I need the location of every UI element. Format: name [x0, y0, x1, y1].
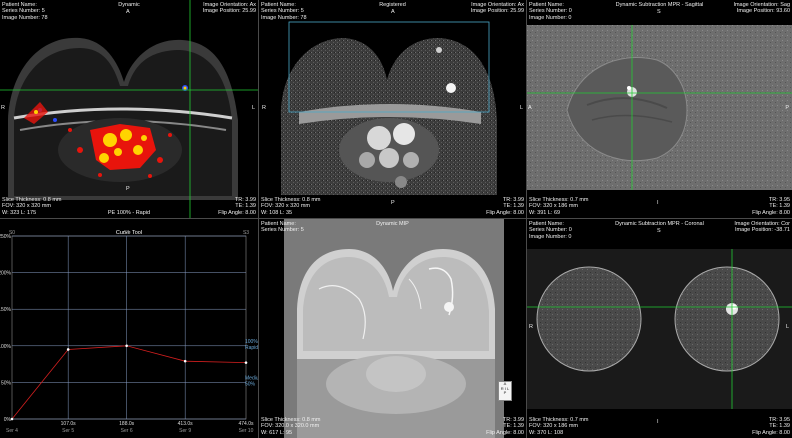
- viewport-registered[interactable]: Registered Patient Name: Series Number: …: [259, 0, 526, 218]
- viewport-divider[interactable]: [526, 0, 527, 438]
- x-tick-series: Ser 6: [121, 428, 133, 434]
- curve-point: [66, 348, 70, 351]
- viewport-dynamic[interactable]: Dynamic Patient Name: Series Number: 5 I…: [0, 0, 258, 218]
- top-right-info: Image Orientation: Sag Image Position: 9…: [733, 2, 790, 15]
- viewport-dynamic-mip[interactable]: Dynamic MIP Patient Name: Series Number:…: [259, 219, 526, 438]
- viewer-grid: Dynamic Patient Name: Series Number: 5 I…: [0, 0, 792, 438]
- viewport-curve-tool[interactable]: Curve Tool 100%RapidMedium50% 250%200%15…: [0, 219, 258, 438]
- top-left-info: Patient Name: Series Number: 5 Image Num…: [261, 2, 307, 21]
- guide-label: 50%: [245, 381, 256, 387]
- x-tick-time: 474.0s: [238, 421, 254, 427]
- bottom-right-info: TR: 3.95 TE: 1.39 Flip Angle: 8.00: [752, 417, 790, 436]
- y-tick-label: 200%: [0, 271, 12, 277]
- x-tick-time: 413.0s: [178, 421, 194, 427]
- y-tick-label: 100%: [0, 344, 12, 350]
- curve-point: [183, 359, 187, 363]
- top-left-info: Patient Name: Series Number: 5: [261, 221, 304, 234]
- orientation-left: R: [529, 324, 533, 330]
- viewport-sagittal[interactable]: Dynamic Subtraction MPR - Sagittal Patie…: [527, 0, 792, 218]
- orientation-top: S: [657, 228, 661, 234]
- orientation-bottom: P: [126, 186, 130, 192]
- guide-label: Rapid: [245, 345, 258, 351]
- bottom-left-info: Slice Thickness: 0.8 mm FOV: 320 x 320 m…: [261, 197, 321, 216]
- bottom-right-info: TR: 3.95 TE: 1.39 Flip Angle: 8.00: [752, 197, 790, 216]
- orientation-bottom: I: [657, 200, 659, 206]
- orientation-top: A: [126, 9, 130, 15]
- top-left-info: Patient Name: Series Number: 5 Image Num…: [2, 2, 48, 21]
- orientation-top: S: [657, 9, 661, 15]
- x-tick-series: Ser 4: [6, 428, 18, 434]
- enhancement-curve-chart[interactable]: 100%RapidMedium50% 250%200%150%100%50%0%…: [0, 219, 258, 438]
- x-tick-series: Ser 9: [179, 428, 191, 434]
- bottom-left-info: Slice Thickness: 0.8 mm FOV: 320.0 x 320…: [261, 417, 321, 436]
- top-right-info: Image Orientation: Ax Image Position: 25…: [202, 2, 256, 15]
- curve-point: [125, 344, 128, 348]
- orientation-top: A: [391, 9, 395, 15]
- bottom-left-info: Slice Thickness: 0.7 mm FOV: 320 x 186 m…: [529, 197, 589, 216]
- sagittal-mpr-image[interactable]: [527, 0, 792, 218]
- bottom-right-info: TR: 3.99 TE: 1.39 Flip Angle: 8.00: [486, 197, 524, 216]
- y-tick-label: 150%: [0, 307, 12, 313]
- orientation-right: L: [785, 324, 789, 330]
- viewport-divider[interactable]: [0, 218, 792, 219]
- x-tick-series: Ser 5: [62, 428, 74, 434]
- y-tick-label: 50%: [1, 380, 12, 386]
- top-series-label: S3: [243, 230, 249, 236]
- orientation-left: A: [528, 105, 532, 111]
- top-series-label: S0: [9, 230, 15, 236]
- top-right-info: Image Orientation: Cor Image Position: -…: [734, 221, 790, 234]
- registered-axial-image[interactable]: [259, 0, 526, 218]
- y-tick-label: 0%: [4, 417, 12, 423]
- orientation-left: R: [262, 105, 266, 111]
- viewport-coronal[interactable]: Dynamic Subtraction MPR - Coronal Patien…: [527, 219, 792, 438]
- chart-x-labels: Ser 4 107.0sSer 5 188.0sSer 6 413.0sSer 9 47…: [6, 421, 254, 434]
- curve-point: [244, 361, 248, 364]
- orientation-right: L: [251, 105, 255, 111]
- bottom-right-info: TR: 3.99 TE: 1.39 Flip Angle: 8.00: [486, 417, 524, 436]
- curve-point: [10, 417, 14, 421]
- top-left-info: Patient Name: Series Number: 0 Image Num…: [529, 2, 572, 21]
- orientation-right: P: [785, 105, 789, 111]
- top-series-label: S1: [124, 230, 130, 236]
- top-left-info: Patient Name: Series Number: 0 Image Num…: [529, 221, 572, 240]
- chart-top-labels: S0 S1 S3: [9, 230, 249, 236]
- dynamic-mip-image[interactable]: [259, 219, 526, 438]
- bottom-left-info: Slice Thickness: 0.7 mm FOV: 320 x 186 m…: [529, 417, 589, 436]
- x-tick-series: Ser 10: [239, 428, 254, 434]
- color-map-label: PE 100% - Rapid: [107, 209, 151, 216]
- orientation-left: R: [1, 105, 5, 111]
- viewport-divider[interactable]: [258, 0, 259, 438]
- orientation-bottom: P: [391, 200, 395, 206]
- orientation-bottom: I: [657, 419, 659, 425]
- top-right-info: Image Orientation: Ax Image Position: 25…: [470, 2, 524, 15]
- coronal-mpr-image[interactable]: [527, 219, 792, 438]
- x-tick-time: 107.0s: [61, 421, 77, 427]
- orientation-right: L: [519, 105, 523, 111]
- orientation-cube-icon[interactable]: A R I L P: [498, 381, 512, 401]
- x-tick-time: 188.0s: [119, 421, 135, 427]
- chart-y-labels: 250%200%150%100%50%0%: [0, 234, 12, 423]
